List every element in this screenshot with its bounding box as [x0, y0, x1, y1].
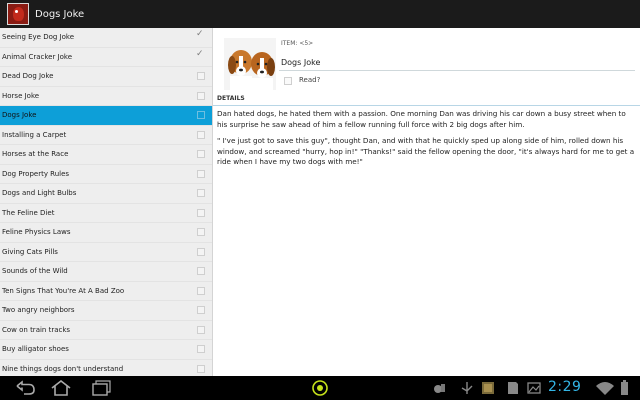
- list-item[interactable]: Dogs and Light Bulbs: [0, 184, 212, 204]
- read-checkbox[interactable]: [197, 208, 205, 217]
- list-item[interactable]: Installing a Carpet: [0, 126, 212, 145]
- read-checkbox[interactable]: [197, 169, 205, 178]
- list-item[interactable]: Dog Property Rules: [0, 165, 212, 184]
- item-number-label: ITEM: <5>: [281, 40, 314, 47]
- home-icon[interactable]: [50, 379, 72, 396]
- list-item[interactable]: Animal Cracker Joke: [0, 48, 212, 67]
- list-item[interactable]: Sounds of the Wild: [0, 262, 212, 282]
- details-header-label: DETAILS: [217, 95, 245, 102]
- detail-pane: ITEM: <5> Dogs Joke Read? DETAILS Dan ha…: [213, 28, 640, 376]
- list-item-label: Dead Dog Joke: [2, 72, 54, 81]
- read-checkbox[interactable]: [197, 247, 205, 256]
- list-item-label: Feline Physics Laws: [2, 228, 71, 237]
- list-item[interactable]: Cow on train tracks: [0, 321, 212, 340]
- joke-text: Dan hated dogs, he hated them with a pas…: [217, 109, 635, 174]
- read-checkbox[interactable]: [197, 91, 205, 100]
- read-checkbox[interactable]: [197, 267, 205, 276]
- read-checkbox[interactable]: [197, 111, 205, 120]
- list-item[interactable]: Dogs Joke: [0, 106, 212, 126]
- back-icon[interactable]: [14, 380, 36, 396]
- list-item-label: Horses at the Race: [2, 150, 69, 159]
- dogs-thumbnail: [224, 38, 276, 90]
- list-item-label: Dogs Joke: [2, 111, 37, 120]
- details-section-header: DETAILS: [213, 92, 640, 106]
- read-checkbox[interactable]: [196, 49, 205, 61]
- joke-paragraph: Dan hated dogs, he hated them with a pas…: [217, 109, 626, 129]
- wifi-icon: [594, 380, 616, 396]
- read-checkbox[interactable]: [197, 345, 205, 354]
- usb-icon: [456, 380, 478, 396]
- list-item-label: Cow on train tracks: [2, 325, 71, 334]
- read-checkbox[interactable]: [196, 29, 205, 41]
- battery-icon: [616, 380, 632, 396]
- list-item-label: Buy alligator shoes: [2, 345, 69, 354]
- list-item-label: Giving Cats Pills: [2, 247, 58, 256]
- list-item-label: Sounds of the Wild: [2, 267, 68, 276]
- joke-list[interactable]: Seeing Eye Dog Joke Animal Cracker Joke De…: [0, 28, 213, 376]
- list-item[interactable]: Two angry neighbors: [0, 301, 212, 321]
- clock: 2:29: [548, 379, 582, 395]
- list-item-label: Installing a Carpet: [2, 130, 67, 139]
- list-item[interactable]: Buy alligator shoes: [0, 340, 212, 360]
- app-logo-icon[interactable]: [7, 3, 29, 25]
- app-title: Dogs Joke: [35, 8, 85, 20]
- read-checkbox[interactable]: [284, 77, 292, 85]
- list-item[interactable]: Dead Dog Joke: [0, 67, 212, 87]
- list-item-label: Animal Cracker Joke: [2, 52, 73, 61]
- read-checkbox[interactable]: [197, 150, 205, 159]
- list-item-label: Two angry neighbors: [2, 306, 75, 315]
- list-item-label: Horse Joke: [2, 91, 40, 100]
- list-item-label: Ten Signs That You're At A Bad Zoo: [2, 286, 125, 295]
- list-item-label: Nine things dogs don't understand: [2, 364, 124, 373]
- recent-apps-icon[interactable]: [90, 380, 112, 396]
- list-item[interactable]: Giving Cats Pills: [0, 243, 212, 262]
- read-checkbox[interactable]: [197, 228, 205, 237]
- system-nav-bar: 2:29: [0, 376, 640, 400]
- read-checkbox[interactable]: [197, 364, 205, 373]
- list-item-label: Dogs and Light Bulbs: [2, 189, 77, 198]
- read-checkbox[interactable]: [197, 72, 205, 81]
- sd-card-icon: [502, 380, 524, 396]
- notification-image-icon: [478, 380, 500, 396]
- list-item[interactable]: Seeing Eye Dog Joke: [0, 28, 212, 48]
- read-checkbox[interactable]: [197, 325, 205, 334]
- list-item[interactable]: The Feline Diet: [0, 204, 212, 223]
- gallery-icon: [524, 380, 546, 396]
- list-item[interactable]: Ten Signs That You're At A Bad Zoo: [0, 282, 212, 301]
- list-item[interactable]: Nine things dogs don't understand: [0, 360, 212, 377]
- title-divider: [279, 70, 635, 71]
- app-screen: Dogs Joke Seeing Eye Dog Joke Animal Crac…: [0, 0, 640, 400]
- read-checkbox[interactable]: [197, 130, 205, 139]
- list-item[interactable]: Horses at the Race: [0, 145, 212, 165]
- read-checkbox[interactable]: [197, 189, 205, 198]
- list-item[interactable]: Feline Physics Laws: [0, 223, 212, 243]
- list-item-label: Seeing Eye Dog Joke: [2, 33, 75, 42]
- list-item-label: Dog Property Rules: [2, 169, 70, 178]
- list-item-label: The Feline Diet: [2, 208, 55, 217]
- action-bar: Dogs Joke: [0, 0, 640, 28]
- read-checkbox[interactable]: [197, 306, 205, 315]
- launcher-icon[interactable]: [309, 380, 331, 396]
- read-checkbox-label: Read?: [299, 76, 321, 84]
- joke-title: Dogs Joke: [281, 58, 321, 67]
- joke-paragraph: " I've just got to save this guy", thoug…: [217, 136, 635, 167]
- debug-icon: [432, 380, 454, 396]
- read-checkbox[interactable]: [197, 286, 205, 295]
- list-item[interactable]: Horse Joke: [0, 87, 212, 106]
